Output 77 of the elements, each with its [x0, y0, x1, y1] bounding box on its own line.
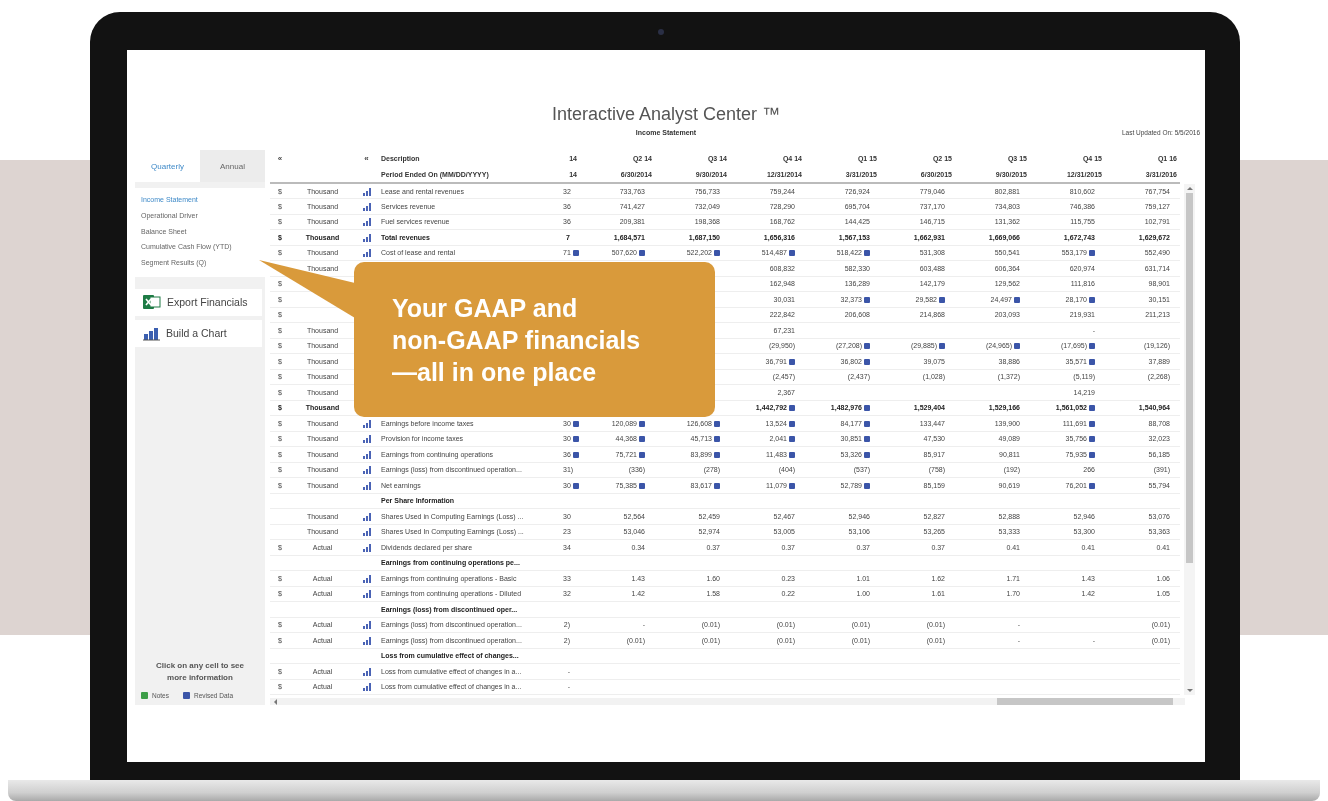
collapse-button[interactable]: «	[277, 153, 283, 163]
horizontal-scrollbar[interactable]	[270, 698, 1185, 705]
bar-chart-icon[interactable]	[361, 186, 372, 196]
revised-data-icon[interactable]	[939, 296, 945, 303]
revised-data-icon[interactable]	[639, 451, 645, 458]
revised-data-icon[interactable]	[1089, 436, 1095, 443]
period-tab[interactable]: Annual	[200, 150, 265, 182]
revised-data-icon[interactable]	[864, 451, 870, 458]
bar-chart-icon[interactable]	[361, 232, 372, 242]
revised-data-icon[interactable]	[789, 420, 795, 427]
revised-data-icon[interactable]	[1089, 250, 1095, 257]
callout-text: Your GAAP and non-GAAP financials —all in one place	[392, 292, 641, 388]
bar-chart-icon[interactable]	[361, 682, 372, 692]
revised-data-icon[interactable]	[572, 482, 579, 489]
webcam-dot	[658, 29, 664, 35]
revised-data-icon[interactable]	[864, 436, 870, 443]
bar-chart-icon[interactable]	[361, 589, 372, 599]
revised-data-icon[interactable]	[572, 250, 579, 257]
revised-data-icon[interactable]	[864, 296, 870, 303]
vertical-scrollbar[interactable]	[1184, 184, 1195, 695]
page-title: Interactive Analyst Center ™	[550, 103, 782, 125]
revised-data-icon[interactable]	[572, 436, 579, 443]
revised-data-icon[interactable]	[1089, 451, 1095, 458]
revised-data-icon[interactable]	[864, 420, 870, 427]
revised-data-icon[interactable]	[1014, 296, 1020, 303]
revised-data-icon[interactable]	[1089, 343, 1095, 350]
bar-chart-icon[interactable]	[361, 217, 372, 227]
revised-data-icon[interactable]	[1014, 343, 1020, 350]
revised-data-icon[interactable]	[789, 482, 795, 489]
revised-data-icon[interactable]	[864, 358, 870, 365]
bar-chart-icon[interactable]	[361, 573, 372, 583]
bar-chart-icon	[143, 326, 160, 341]
revised-data-icon[interactable]	[1089, 482, 1095, 489]
revised-data-icon[interactable]	[864, 405, 870, 412]
period-tab[interactable]: Quarterly	[135, 150, 200, 182]
revised-data-icon[interactable]	[714, 436, 720, 443]
revised-data-icon[interactable]	[639, 420, 645, 427]
bar-chart-icon[interactable]	[361, 542, 372, 552]
revised-data-icon[interactable]	[1089, 296, 1095, 303]
collapse-button[interactable]: «	[364, 153, 369, 163]
revised-data-icon[interactable]	[789, 451, 795, 458]
revised-data-icon[interactable]	[789, 405, 795, 412]
revised-data-icon[interactable]	[789, 250, 795, 257]
revised-data-icon[interactable]	[714, 451, 720, 458]
bar-chart-icon[interactable]	[361, 434, 372, 444]
action-button[interactable]: Export Financials	[135, 289, 262, 316]
revised-data-icon[interactable]	[714, 482, 720, 489]
bar-chart-icon[interactable]	[361, 201, 372, 211]
bar-chart-icon[interactable]	[361, 666, 372, 676]
bar-chart-icon[interactable]	[361, 511, 372, 521]
spreadsheet-icon	[143, 294, 161, 311]
revised-data-icon[interactable]	[639, 436, 645, 443]
revised-data-icon[interactable]	[714, 250, 720, 257]
bar-chart-icon[interactable]	[361, 248, 372, 258]
revised-data-icon[interactable]	[864, 343, 870, 350]
revised-data-icon[interactable]	[789, 436, 795, 443]
revised-data-icon[interactable]	[864, 250, 870, 257]
revised-data-icon[interactable]	[714, 420, 720, 427]
revised-data-icon[interactable]	[572, 451, 579, 458]
bar-chart-icon[interactable]	[361, 465, 372, 475]
action-button[interactable]: Build a Chart	[135, 320, 262, 347]
bar-chart-icon[interactable]	[361, 620, 372, 630]
bar-chart-icon[interactable]	[361, 480, 372, 490]
bar-chart-icon[interactable]	[361, 527, 372, 537]
revised-data-icon[interactable]	[789, 358, 795, 365]
revised-data-icon[interactable]	[572, 420, 579, 427]
bar-chart-icon[interactable]	[361, 635, 372, 645]
revised-data-icon[interactable]	[1089, 420, 1095, 427]
bar-chart-icon[interactable]	[361, 418, 372, 428]
revised-data-icon[interactable]	[1089, 358, 1095, 365]
revised-data-icon[interactable]	[1089, 405, 1095, 412]
revised-data-icon[interactable]	[639, 482, 645, 489]
revised-data-icon[interactable]	[639, 250, 645, 257]
bar-chart-icon[interactable]	[361, 449, 372, 459]
revised-data-icon[interactable]	[864, 482, 870, 489]
revised-data-icon[interactable]	[939, 343, 945, 350]
hint-text: Click on any cell to see more information	[154, 660, 245, 684]
